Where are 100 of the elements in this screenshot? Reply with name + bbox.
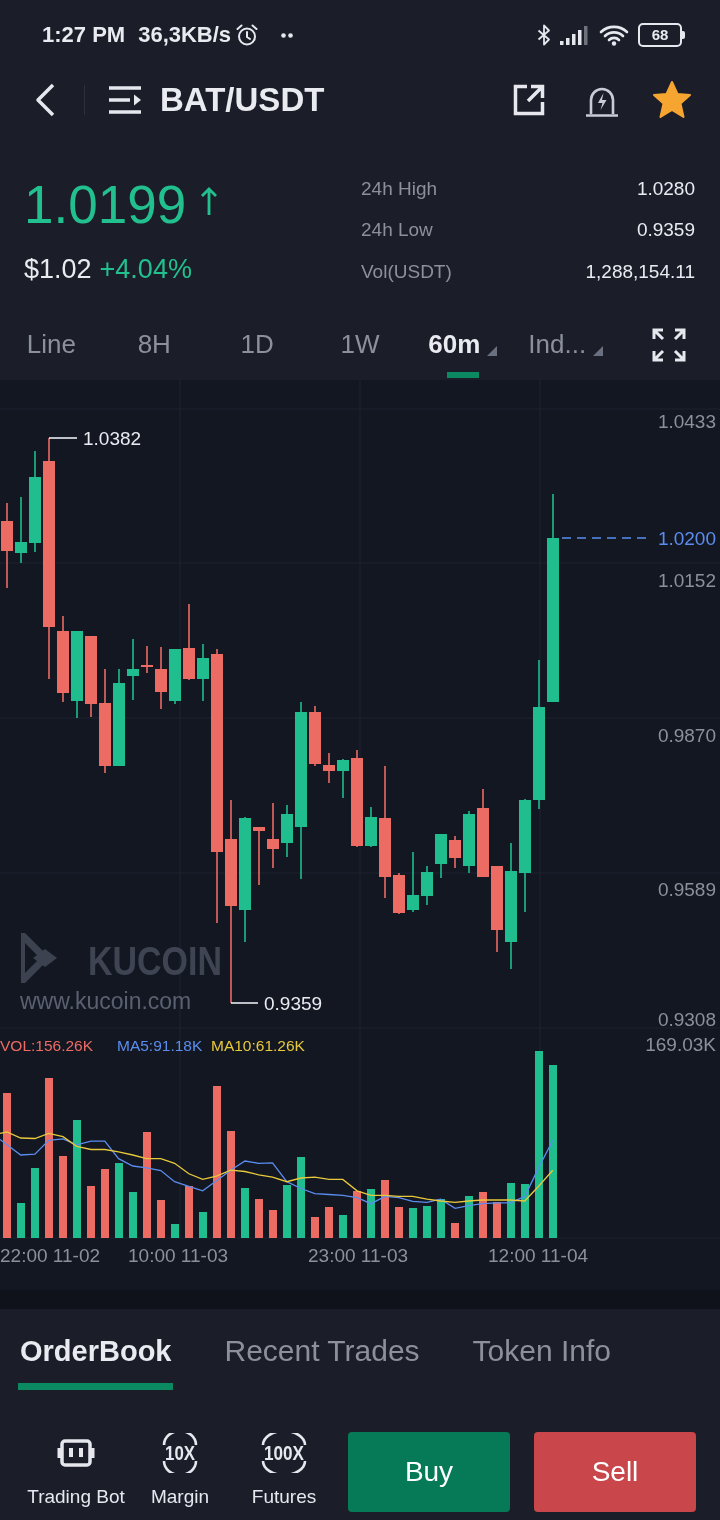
fullscreen-icon[interactable] <box>651 328 686 362</box>
time-axis-label: 23:00 11-03 <box>308 1245 408 1266</box>
rising-candle <box>407 851 419 913</box>
volume-bar <box>437 1199 445 1238</box>
rising-candle <box>15 496 27 564</box>
falling-candle <box>155 646 167 710</box>
back-icon[interactable] <box>35 83 55 117</box>
wifi-icon <box>599 24 629 46</box>
time-axis-label: 12:00 11-04 <box>488 1245 588 1266</box>
section-tab[interactable]: OrderBook <box>18 1333 174 1390</box>
interval-tab[interactable]: 8H <box>102 310 206 380</box>
volume-bar <box>171 1224 179 1238</box>
low-price-label: 0.9359 <box>264 993 323 1014</box>
interval-tab[interactable]: Ind... <box>514 310 618 380</box>
price-axis-label: 0.9308 <box>657 1009 716 1030</box>
leader-line <box>48 437 78 439</box>
shortcut-button[interactable]: 100X Futures <box>232 1432 336 1512</box>
volume-bar <box>479 1192 487 1238</box>
price-axis-label: 0.9870 <box>657 725 716 746</box>
signal-icon <box>560 25 588 45</box>
fiat-price: $1.02 <box>24 253 92 285</box>
volume-bar <box>423 1206 431 1238</box>
price-change: +4.04% <box>99 253 192 285</box>
section-tab[interactable]: Recent Trades <box>222 1333 422 1390</box>
falling-candle <box>323 752 335 784</box>
volume-bar <box>17 1203 25 1238</box>
watermark-url: www.kucoin.com <box>20 988 192 1014</box>
shortcut-button[interactable]: 10X Margin <box>128 1432 232 1512</box>
stat-label: 24h High <box>361 177 438 200</box>
volume-bar <box>339 1215 347 1238</box>
interval-tab[interactable]: 1D <box>205 310 309 380</box>
leader-line <box>230 1002 259 1004</box>
price-axis-label: 0.9589 <box>657 879 716 900</box>
time-axis-label: 10:00 11-03 <box>128 1245 228 1266</box>
stat-value: 1,288,154.11 <box>585 260 695 283</box>
menu-icon[interactable] <box>108 85 142 115</box>
stat-value: 1.0280 <box>636 177 695 200</box>
robot-icon <box>57 1439 95 1467</box>
volume-bar <box>507 1183 515 1238</box>
price-axis-label: 1.0152 <box>657 570 716 591</box>
time-axis-label: 22:00 11-02 <box>0 1245 100 1266</box>
watermark-logo-icon <box>21 933 57 983</box>
last-price: 1.0199 <box>24 175 187 235</box>
sell-button[interactable]: Sell <box>534 1432 696 1512</box>
buy-button[interactable]: Buy <box>348 1432 510 1512</box>
volume-bar <box>325 1207 333 1238</box>
battery-icon: 68 <box>638 23 685 47</box>
volume-bar <box>31 1168 39 1238</box>
volume-bar <box>185 1186 193 1238</box>
notification-dots-icon <box>281 32 294 38</box>
rising-candle <box>421 865 433 906</box>
volume-bar <box>353 1191 361 1238</box>
stat-label: 24h Low <box>361 219 433 242</box>
rising-candle <box>127 638 139 701</box>
stat-label: Vol(USDT) <box>361 260 452 283</box>
stat-value: 0.9359 <box>636 219 695 242</box>
volume-axis-label: 169.03K <box>645 1034 716 1055</box>
volume-bar <box>367 1189 375 1238</box>
volume-bar <box>409 1208 417 1238</box>
volume-bar <box>451 1223 459 1238</box>
volume-bar <box>87 1186 95 1238</box>
volume-bar <box>157 1200 165 1238</box>
volume-bar <box>381 1180 389 1238</box>
falling-candle <box>141 645 153 674</box>
falling-candle <box>267 802 279 869</box>
volume-bar <box>465 1196 473 1238</box>
volume-bar <box>493 1202 501 1238</box>
rising-candle <box>169 648 181 705</box>
volume-bar <box>129 1192 137 1238</box>
volume-bar <box>311 1217 319 1238</box>
price-axis-label: 1.0433 <box>657 411 716 432</box>
status-time: 1:27 PM <box>42 22 126 48</box>
falling-candle <box>393 872 405 915</box>
alarm-clock-icon <box>235 23 260 47</box>
volume-legend-label: VOL:156.26K <box>0 1037 94 1054</box>
volume-legend-label: MA5:91.18K <box>117 1037 203 1054</box>
falling-candle <box>253 826 265 886</box>
volume-legend-label: MA10:61.26K <box>211 1037 305 1054</box>
network-speed: 36,3KB/s <box>138 22 232 48</box>
interval-tab[interactable]: Line <box>0 310 103 380</box>
last-price-label: 1.0200 <box>657 528 716 549</box>
high-price-label: 1.0382 <box>83 428 142 449</box>
rising-candle <box>337 758 349 799</box>
bluetooth-icon <box>537 24 551 46</box>
rising-candle <box>435 833 447 879</box>
volume-bar <box>283 1185 291 1238</box>
pair-title: BAT/USDT <box>160 81 325 119</box>
section-tab[interactable]: Token Info <box>470 1333 614 1390</box>
star-icon[interactable] <box>652 81 692 119</box>
interval-tab[interactable]: 1W <box>308 310 412 380</box>
volume-bar <box>521 1184 529 1238</box>
falling-candle <box>309 705 321 767</box>
shortcut-button[interactable]: Trading Bot <box>24 1432 128 1512</box>
share-icon[interactable] <box>512 83 546 117</box>
volume-bar <box>101 1169 109 1238</box>
volume-bar <box>395 1207 403 1238</box>
rising-candle <box>365 806 377 848</box>
rising-candle <box>463 810 475 874</box>
arrow-up-icon <box>200 186 219 216</box>
interval-tab[interactable]: 60m <box>411 310 515 380</box>
